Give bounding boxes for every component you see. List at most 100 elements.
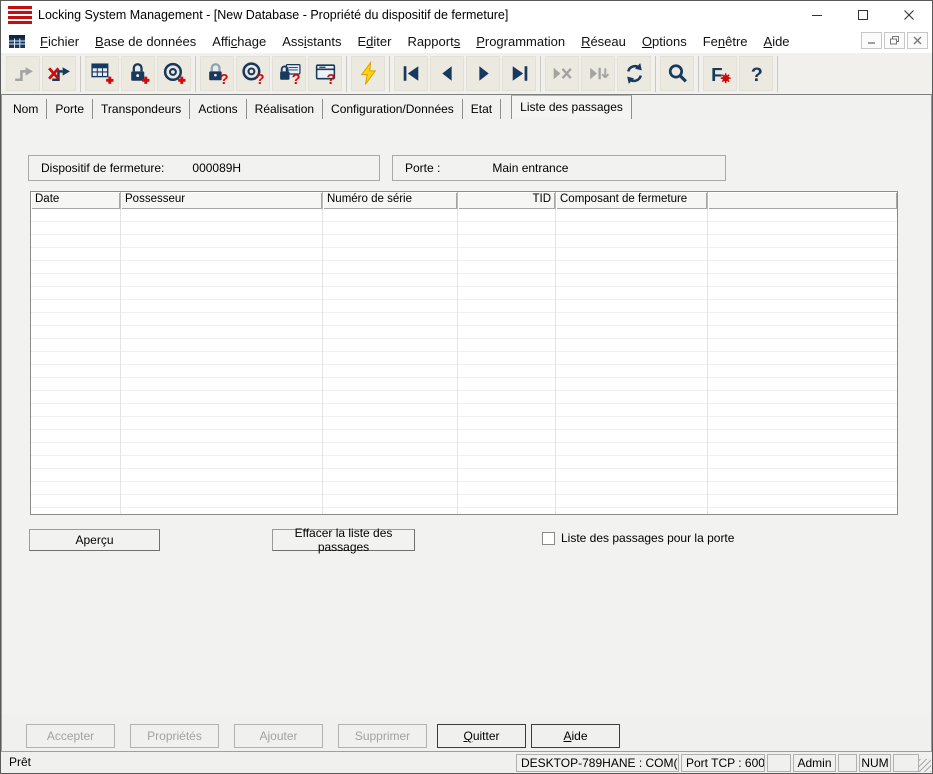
minimize-button[interactable]	[794, 1, 840, 29]
mdi-restore-button[interactable]	[884, 32, 905, 49]
close-button[interactable]	[886, 1, 932, 29]
cancel-record-button	[545, 56, 579, 91]
mdi-restore-icon	[890, 36, 899, 45]
tab-actions[interactable]: Actions	[190, 99, 246, 119]
refresh-button[interactable]	[617, 56, 651, 91]
mdi-close-icon	[913, 36, 922, 45]
col-date[interactable]: Date	[31, 192, 121, 209]
passage-list-for-door-checkbox[interactable]	[542, 532, 555, 545]
preview-button[interactable]: Aperçu	[29, 529, 160, 551]
tab-etat[interactable]: Etat	[463, 99, 501, 119]
passage-table-header: Date Possesseur Numéro de série TID Comp…	[31, 192, 897, 209]
menu-options[interactable]: Options	[634, 31, 695, 52]
skip-record-icon	[586, 61, 611, 86]
first-record-button[interactable]	[394, 56, 428, 91]
tab-realisation[interactable]: Réalisation	[247, 99, 323, 119]
mdi-minimize-icon	[867, 36, 876, 45]
new-locking-device-button[interactable]	[121, 56, 155, 91]
menu-programmation[interactable]: Programmation	[468, 31, 573, 52]
simonsvoss-logo-icon	[8, 6, 32, 24]
svg-text:?: ?	[255, 72, 264, 86]
close-icon	[903, 9, 915, 21]
menu-reseau[interactable]: Réseau	[573, 31, 634, 52]
read-transponder-button[interactable]: ?	[236, 56, 270, 91]
minimize-icon	[811, 9, 823, 21]
menu-aide[interactable]: Aide	[756, 31, 798, 52]
last-record-button[interactable]	[502, 56, 536, 91]
cancel-record-icon	[550, 61, 575, 86]
col-empty[interactable]	[708, 192, 897, 209]
menu-editer[interactable]: Editer	[349, 31, 399, 52]
col-tid[interactable]: TID	[458, 192, 556, 209]
menu-affichage[interactable]: Affichage	[204, 31, 274, 52]
mdi-minimize-button[interactable]	[861, 32, 882, 49]
read-network-icon: ?	[313, 61, 338, 86]
menu-assistants[interactable]: Assistants	[274, 31, 349, 52]
maximize-icon	[857, 9, 869, 21]
skip-record-button	[581, 56, 615, 91]
mdi-close-button[interactable]	[907, 32, 928, 49]
device-value: 000089H	[192, 161, 241, 175]
matrix-window-icon[interactable]	[8, 34, 26, 49]
properties-button: Propriétés	[130, 724, 219, 748]
new-transponder-icon	[162, 61, 187, 86]
next-record-button[interactable]	[466, 56, 500, 91]
dialog-button-bar: Accepter Propriétés Ajouter Supprimer Qu…	[2, 714, 931, 753]
tab-liste-des-passages[interactable]: Liste des passages	[511, 95, 632, 119]
search-button[interactable]	[660, 56, 694, 91]
svg-text:F: F	[711, 64, 722, 85]
first-record-icon	[399, 61, 424, 86]
menu-base-de-donnees[interactable]: Base de données	[87, 31, 204, 52]
window-title: Locking System Management - [New Databas…	[38, 8, 508, 22]
last-record-icon	[507, 61, 532, 86]
read-locking-device-button[interactable]: ?	[200, 56, 234, 91]
login-arrow-icon	[11, 61, 36, 86]
title-bar: Locking System Management - [New Databas…	[1, 1, 932, 29]
program-lightning-icon	[356, 61, 381, 86]
passage-table-body[interactable]	[31, 209, 897, 514]
filter-settings-button[interactable]: F	[703, 56, 737, 91]
help-dialog-button[interactable]: Aide	[531, 724, 620, 748]
previous-record-icon	[435, 61, 460, 86]
status-bar: Prêt DESKTOP-789HANE : COM(*) Port TCP :…	[1, 751, 932, 773]
help-button[interactable]: ?	[739, 56, 773, 91]
menu-fichier[interactable]: Fichier	[32, 31, 87, 52]
previous-record-button[interactable]	[430, 56, 464, 91]
read-network-button[interactable]: ?	[308, 56, 342, 91]
read-mifare-button[interactable]: ?	[272, 56, 306, 91]
maximize-button[interactable]	[840, 1, 886, 29]
col-possesseur[interactable]: Possesseur	[121, 192, 323, 209]
status-ready: Prêt	[9, 755, 31, 769]
tab-transpondeurs[interactable]: Transpondeurs	[93, 99, 190, 119]
svg-text:?: ?	[219, 72, 228, 86]
logout-button[interactable]	[42, 56, 76, 91]
resize-grip[interactable]	[918, 759, 931, 772]
clear-passage-list-button[interactable]: Effacer la liste des passages	[272, 529, 415, 551]
status-user: Admin	[793, 754, 836, 772]
menu-rapports[interactable]: Rapports	[399, 31, 468, 52]
read-lock-icon: ?	[205, 61, 230, 86]
app-window: Locking System Management - [New Databas…	[0, 0, 933, 774]
device-field: Dispositif de fermeture: 000089H	[28, 155, 380, 181]
mdi-child-frame: Nom Porte Transpondeurs Actions Réalisat…	[1, 94, 932, 753]
tab-nom[interactable]: Nom	[5, 99, 47, 119]
read-transponder-icon: ?	[241, 61, 266, 86]
menu-bar: Fichier Base de données Affichage Assist…	[1, 29, 932, 53]
device-label: Dispositif de fermeture:	[41, 161, 164, 175]
read-card-lock-icon: ?	[277, 61, 302, 86]
tab-configuration-donnees[interactable]: Configuration/Données	[323, 99, 463, 119]
door-value: Main entrance	[492, 161, 568, 175]
new-locking-system-button[interactable]	[85, 56, 119, 91]
new-transponder-button[interactable]	[157, 56, 191, 91]
svg-text:?: ?	[750, 64, 762, 86]
program-button[interactable]	[351, 56, 385, 91]
col-composant-de-fermeture[interactable]: Composant de fermeture	[556, 192, 708, 209]
status-blank-1	[767, 754, 791, 772]
tab-porte[interactable]: Porte	[47, 99, 93, 119]
col-numero-de-serie[interactable]: Numéro de série	[323, 192, 458, 209]
menu-fenetre[interactable]: Fenêtre	[695, 31, 756, 52]
new-lock-icon	[126, 61, 151, 86]
status-port: Port TCP : 6001	[681, 754, 765, 772]
quit-button[interactable]: Quitter	[437, 724, 526, 748]
passage-list-panel: Dispositif de fermeture: 000089H Porte :…	[2, 119, 931, 715]
